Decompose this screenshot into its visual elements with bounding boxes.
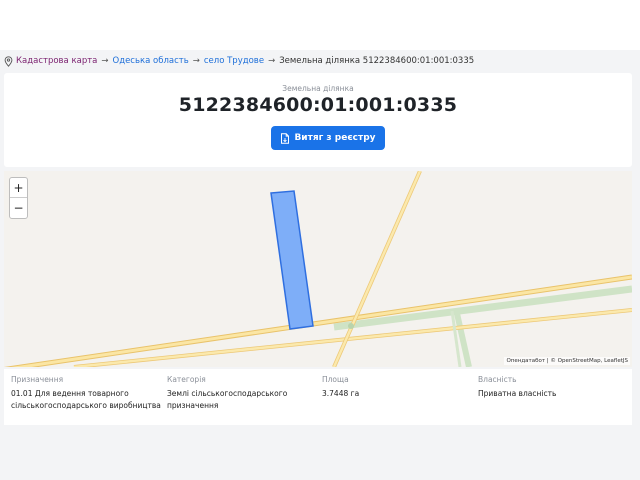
parcel-header-card: Земельна ділянка 5122384600:01:001:0335 …	[4, 73, 632, 167]
purpose-column: Призначення 01.01 Для ведення товарного …	[11, 375, 161, 412]
map-pin-icon	[4, 55, 13, 67]
category-column: Категорія Землі сільськогосподарського п…	[167, 375, 307, 412]
breadcrumb-separator: →	[192, 56, 200, 66]
breadcrumb-village-link[interactable]: село Трудове	[204, 56, 264, 66]
land-parcel-polygon[interactable]	[270, 190, 314, 330]
breadcrumb-home-link[interactable]: Кадастрова карта	[16, 56, 97, 66]
category-label: Категорія	[167, 375, 206, 384]
ownership-label: Власність	[478, 375, 517, 384]
breadcrumb-region-link[interactable]: Одеська область	[113, 56, 189, 66]
purpose-label: Призначення	[11, 375, 64, 384]
cadastral-map[interactable]: + − Опендатабот | © OpenStreetMap, Leafl…	[4, 171, 632, 367]
breadcrumb: Кадастрова карта → Одеська область → сел…	[4, 54, 474, 68]
map-base-layer	[4, 171, 632, 367]
zoom-in-button[interactable]: +	[10, 178, 27, 198]
junction-marker	[348, 323, 354, 329]
top-blank-area	[0, 0, 640, 50]
breadcrumb-separator: →	[101, 56, 109, 66]
zoom-control: + −	[9, 177, 28, 219]
cadastral-number-title: 5122384600:01:001:0335	[178, 94, 458, 116]
green-strip	[333, 285, 632, 331]
parcel-info-card: Призначення 01.01 Для ведення товарного …	[4, 369, 632, 425]
area-column: Площа 3.7448 га	[322, 375, 462, 400]
category-value: Землі сільськогосподарського призначення	[167, 389, 288, 410]
breadcrumb-current: Земельна ділянка 5122384600:01:001:0335	[279, 56, 475, 66]
zoom-out-button[interactable]: −	[10, 198, 27, 218]
map-attribution[interactable]: Опендатабот | © OpenStreetMap, LeafletJS	[504, 357, 630, 365]
area-label: Площа	[322, 375, 349, 384]
ownership-column: Власність Приватна власність	[478, 375, 618, 400]
area-value: 3.7448 га	[322, 389, 360, 398]
registry-extract-button[interactable]: Витяг з реєстру	[271, 126, 385, 150]
registry-extract-button-label: Витяг з реєстру	[294, 133, 376, 143]
purpose-value: 01.01 Для ведення товарного сільськогосп…	[11, 389, 161, 410]
breadcrumb-separator: →	[268, 56, 276, 66]
ownership-value: Приватна власність	[478, 389, 557, 398]
parcel-type-label: Земельна ділянка	[282, 84, 354, 93]
document-icon	[281, 132, 290, 144]
